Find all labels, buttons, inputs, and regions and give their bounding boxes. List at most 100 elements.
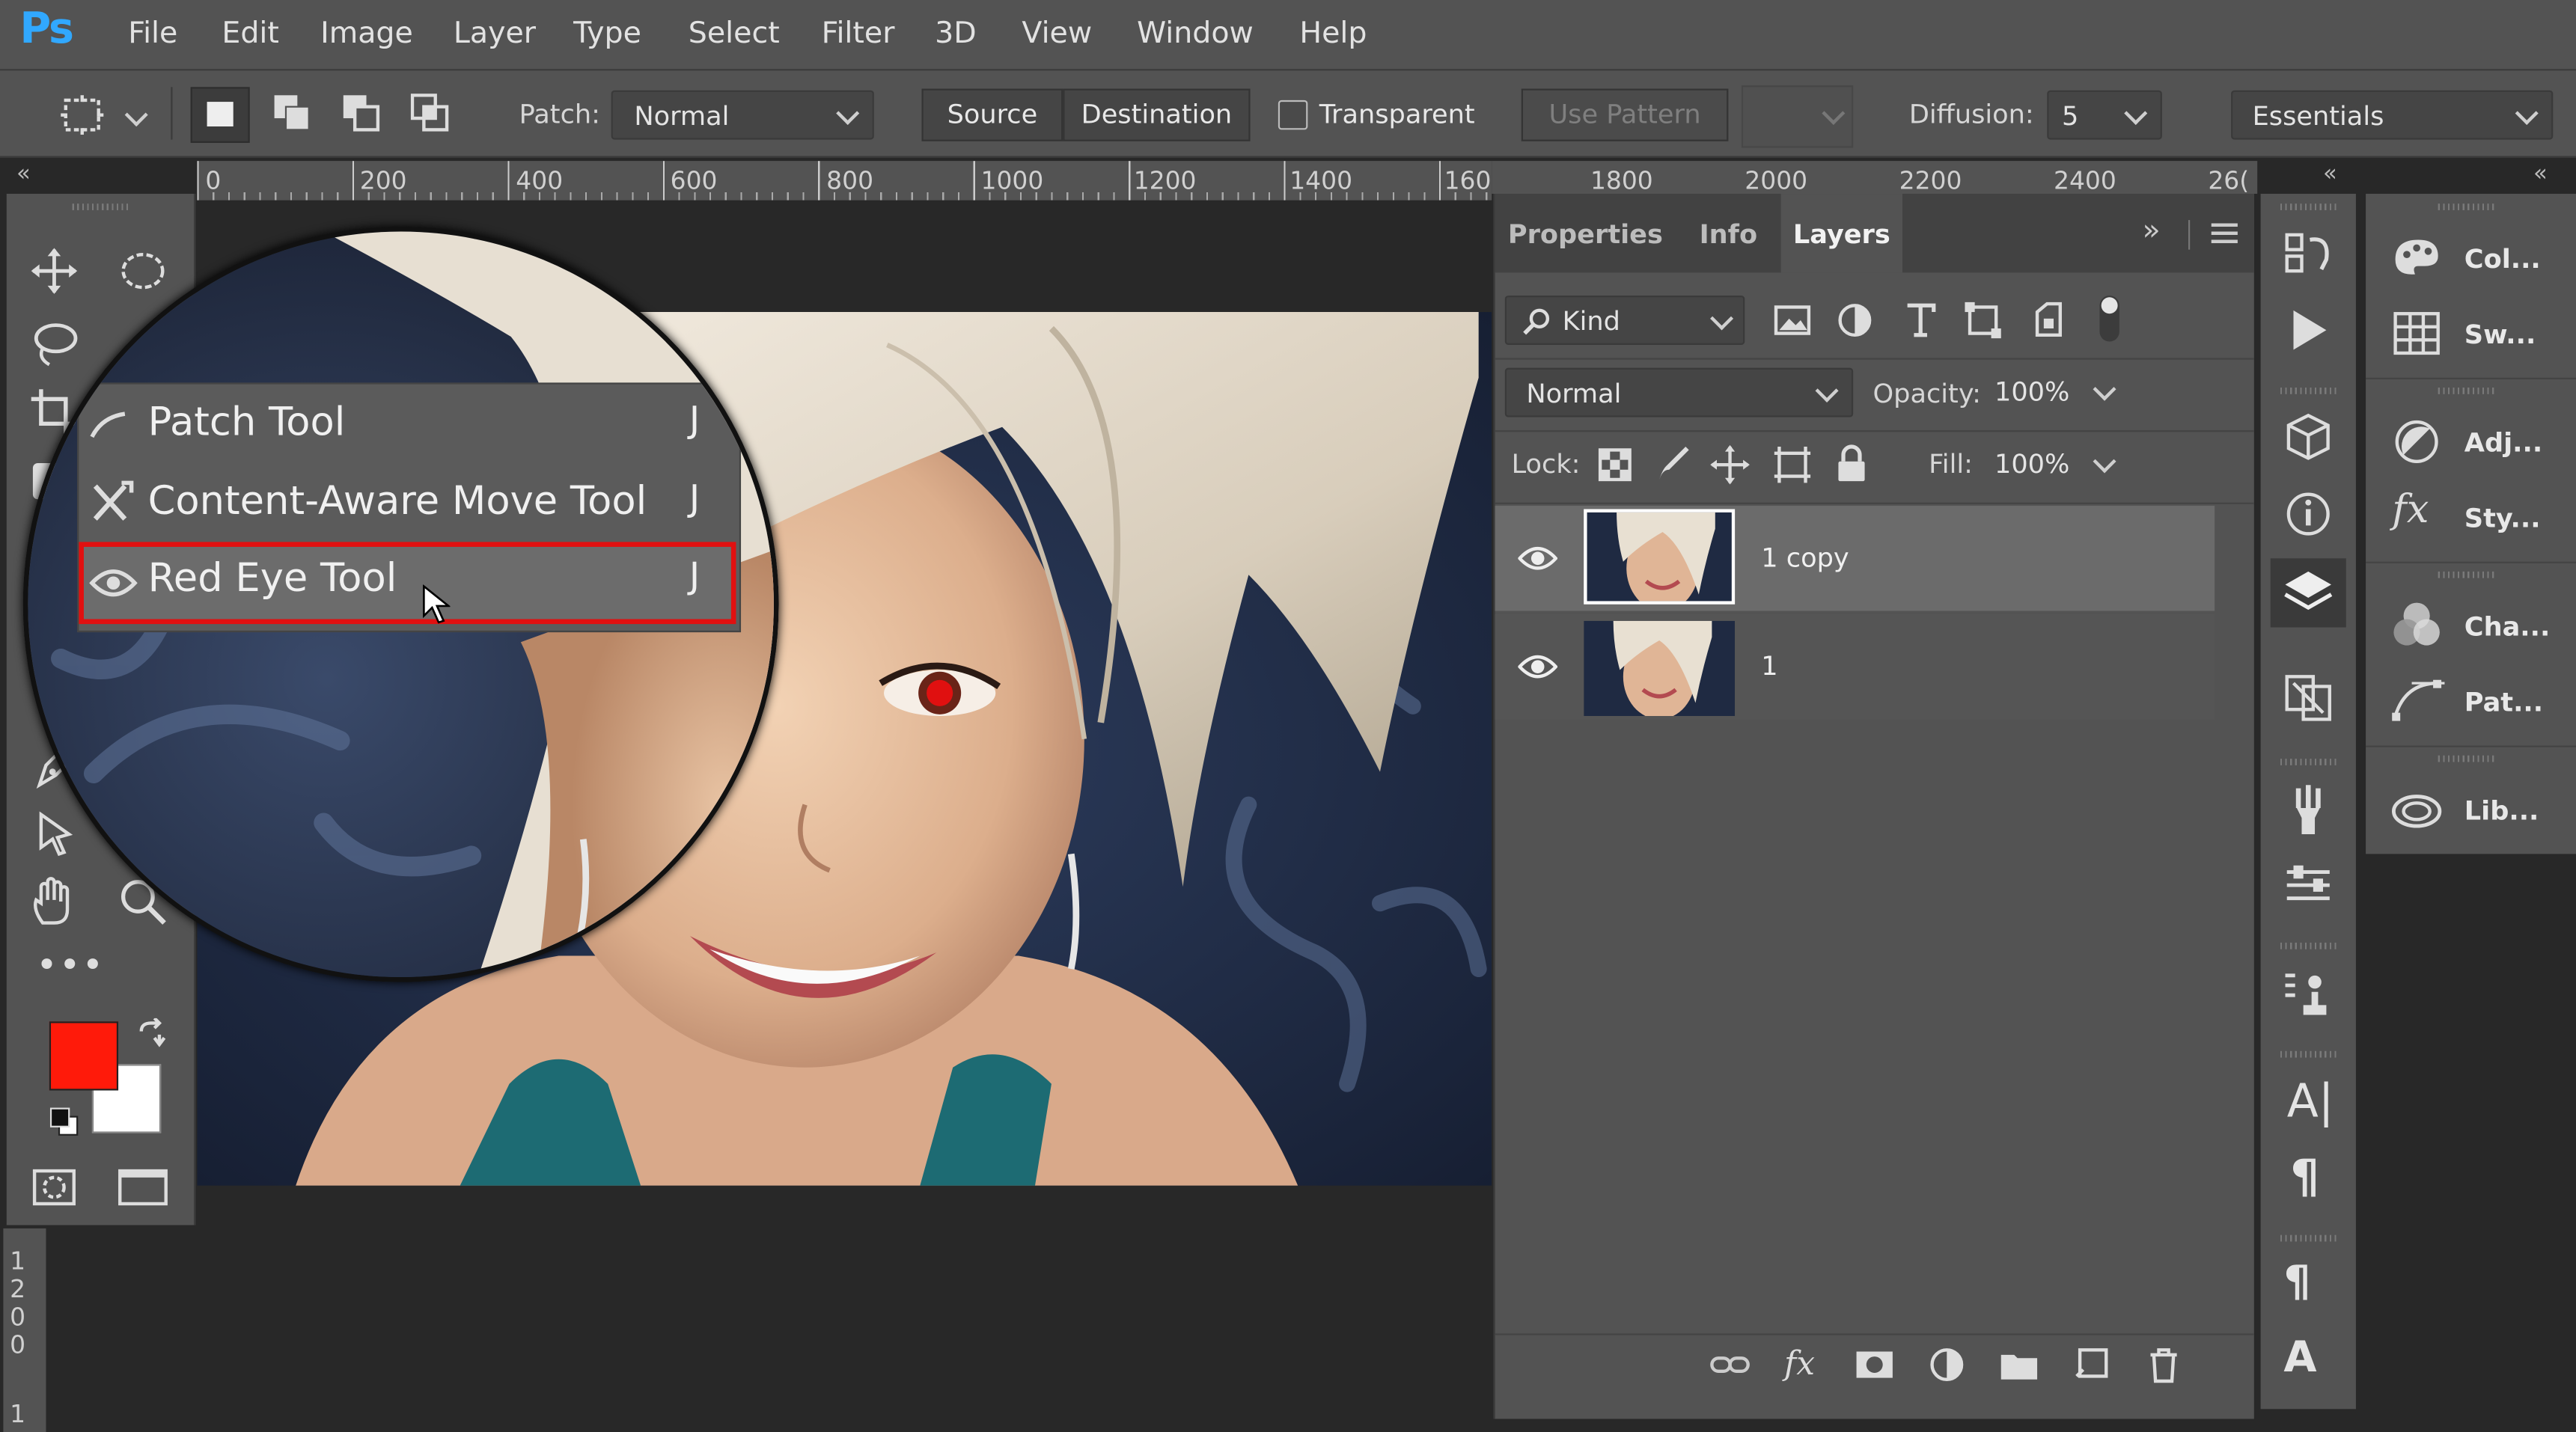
lock-transparent-pixels-icon[interactable]: [1593, 444, 1636, 486]
collapse-dock-icon[interactable]: «: [2323, 161, 2337, 187]
dock-label-color[interactable]: Col...: [2464, 243, 2541, 275]
menu-window[interactable]: Window: [1137, 16, 1254, 51]
filter-toggle[interactable]: [2099, 296, 2119, 342]
tab-properties[interactable]: Properties: [1495, 194, 1676, 272]
menu-layer[interactable]: Layer: [454, 16, 536, 51]
menu-image[interactable]: Image: [320, 16, 413, 51]
dock-label-paths[interactable]: Pat...: [2464, 687, 2543, 718]
dock-label-channels[interactable]: Cha...: [2464, 611, 2551, 643]
menu-file[interactable]: File: [128, 16, 177, 51]
quick-mask-icon[interactable]: [26, 1160, 82, 1216]
source-button[interactable]: Source: [921, 88, 1063, 141]
fill-field[interactable]: 100%: [1985, 440, 2126, 489]
pattern-picker[interactable]: [1741, 85, 1854, 148]
tool-presets-icon[interactable]: [2280, 966, 2337, 1022]
diffusion-select[interactable]: 5: [2047, 90, 2162, 140]
layer-row[interactable]: 1: [1495, 614, 2215, 720]
destination-button[interactable]: Destination: [1063, 88, 1251, 141]
lock-all-icon[interactable]: [1830, 444, 1873, 486]
channels-icon[interactable]: [2389, 598, 2445, 654]
adjustment-layer-filter-icon[interactable]: [1834, 299, 1876, 341]
visibility-eye-icon[interactable]: [1518, 647, 1558, 687]
expand-panel-icon[interactable]: »: [2143, 213, 2161, 248]
delete-layer-icon[interactable]: [2143, 1344, 2185, 1386]
adjustments-icon[interactable]: [2389, 414, 2445, 470]
history-icon[interactable]: [2280, 227, 2337, 283]
menu-edit[interactable]: Edit: [222, 16, 279, 51]
menu-type[interactable]: Type: [573, 16, 641, 51]
character-styles-icon[interactable]: A: [2283, 1333, 2316, 1383]
layer-name[interactable]: 1 copy: [1761, 542, 1849, 573]
new-adjustment-layer-icon[interactable]: [1926, 1344, 1968, 1386]
collapse-dock2-icon[interactable]: «: [2533, 161, 2548, 187]
dock-label-libraries[interactable]: Lib...: [2464, 795, 2539, 826]
lock-position-icon[interactable]: [1709, 444, 1751, 486]
new-layer-icon[interactable]: [2070, 1344, 2113, 1386]
type-layer-filter-icon[interactable]: [1899, 299, 1942, 341]
intersect-selection-icon[interactable]: [410, 94, 451, 133]
dock-label-adjustments[interactable]: Adj...: [2464, 427, 2542, 459]
3d-panel-icon[interactable]: [2280, 411, 2337, 467]
layers-dock-button[interactable]: [2270, 558, 2346, 628]
tool-preset-icon[interactable]: [59, 94, 105, 136]
panel-dock: Col... Sw... Adj... fx Sty... Cha... Pat…: [2366, 194, 2576, 854]
screen-mode-icon[interactable]: [115, 1160, 171, 1216]
layer-filter-select[interactable]: Kind: [1504, 296, 1745, 345]
tab-info[interactable]: Info: [1676, 194, 1780, 272]
lock-image-pixels-icon[interactable]: [1652, 444, 1695, 486]
menu-view[interactable]: View: [1022, 16, 1092, 51]
add-mask-icon[interactable]: [1853, 1344, 1896, 1386]
ruler-digit: 0: [10, 1302, 26, 1332]
menu-3d[interactable]: 3D: [935, 16, 977, 51]
swatches-grid-icon[interactable]: [2389, 305, 2445, 361]
tool-preset-chevron-icon[interactable]: [124, 103, 148, 127]
flyout-item-content-aware-move[interactable]: Content-Aware Move Tool J: [79, 463, 736, 539]
clone-source-icon[interactable]: [2280, 670, 2337, 726]
brushes-icon[interactable]: [2280, 782, 2337, 838]
patch-mode-select[interactable]: Normal: [611, 90, 874, 140]
tab-layers[interactable]: Layers: [1780, 194, 1903, 273]
transparent-checkbox[interactable]: [1278, 100, 1308, 130]
blend-mode-select[interactable]: Normal: [1504, 367, 1854, 417]
new-group-folder-icon[interactable]: [1997, 1344, 2040, 1386]
swap-colors-icon[interactable]: [135, 1018, 168, 1051]
layer-style-fx-icon[interactable]: fx: [1784, 1344, 1815, 1383]
collapse-toolbar-icon[interactable]: «: [16, 161, 31, 187]
use-pattern-button[interactable]: Use Pattern: [1521, 88, 1729, 141]
pixel-layer-filter-icon[interactable]: [1771, 299, 1813, 341]
new-selection-button[interactable]: [190, 87, 250, 143]
shape-layer-filter-icon[interactable]: [1962, 299, 2004, 341]
menu-help[interactable]: Help: [1299, 16, 1367, 51]
paragraph-styles-icon[interactable]: ¶: [2283, 1258, 2310, 1307]
character-panel-icon[interactable]: A|: [2287, 1074, 2334, 1128]
actions-play-icon[interactable]: [2280, 302, 2337, 358]
dock-label-swatches[interactable]: Sw...: [2464, 319, 2536, 350]
flyout-item-patch-tool[interactable]: Patch Tool J: [79, 385, 736, 460]
default-colors-icon[interactable]: [49, 1107, 79, 1136]
flyout-item-shortcut: J: [689, 479, 701, 521]
layer-name[interactable]: 1: [1761, 650, 1777, 682]
libraries-cloud-icon[interactable]: [2389, 782, 2445, 838]
paths-pen-icon[interactable]: [2389, 673, 2445, 729]
menu-filter[interactable]: Filter: [822, 16, 895, 51]
foreground-color-swatch[interactable]: [49, 1021, 119, 1091]
smart-object-filter-icon[interactable]: [2027, 299, 2070, 341]
panel-menu-icon[interactable]: [2211, 223, 2238, 247]
workspace-select[interactable]: Essentials: [2231, 90, 2554, 140]
styles-fx-icon[interactable]: fx: [2392, 486, 2429, 532]
layer-row[interactable]: 1 copy: [1495, 506, 2215, 611]
subtract-selection-icon[interactable]: [342, 94, 382, 133]
opacity-field[interactable]: 100%: [1985, 368, 2126, 417]
menu-select[interactable]: Select: [689, 16, 780, 51]
brush-settings-icon[interactable]: [2280, 857, 2337, 914]
divider: [2366, 561, 2576, 563]
link-layers-icon[interactable]: [1709, 1344, 1751, 1386]
dock-label-styles[interactable]: Sty...: [2464, 503, 2541, 534]
flyout-item-red-eye-tool[interactable]: Red Eye Tool J: [79, 542, 736, 625]
add-selection-icon[interactable]: [272, 94, 312, 133]
visibility-eye-icon[interactable]: [1518, 539, 1558, 578]
lock-artboard-icon[interactable]: [1771, 444, 1813, 486]
color-palette-icon[interactable]: [2389, 230, 2445, 286]
info-icon[interactable]: [2280, 486, 2337, 542]
paragraph-panel-icon[interactable]: ¶: [2290, 1150, 2319, 1204]
